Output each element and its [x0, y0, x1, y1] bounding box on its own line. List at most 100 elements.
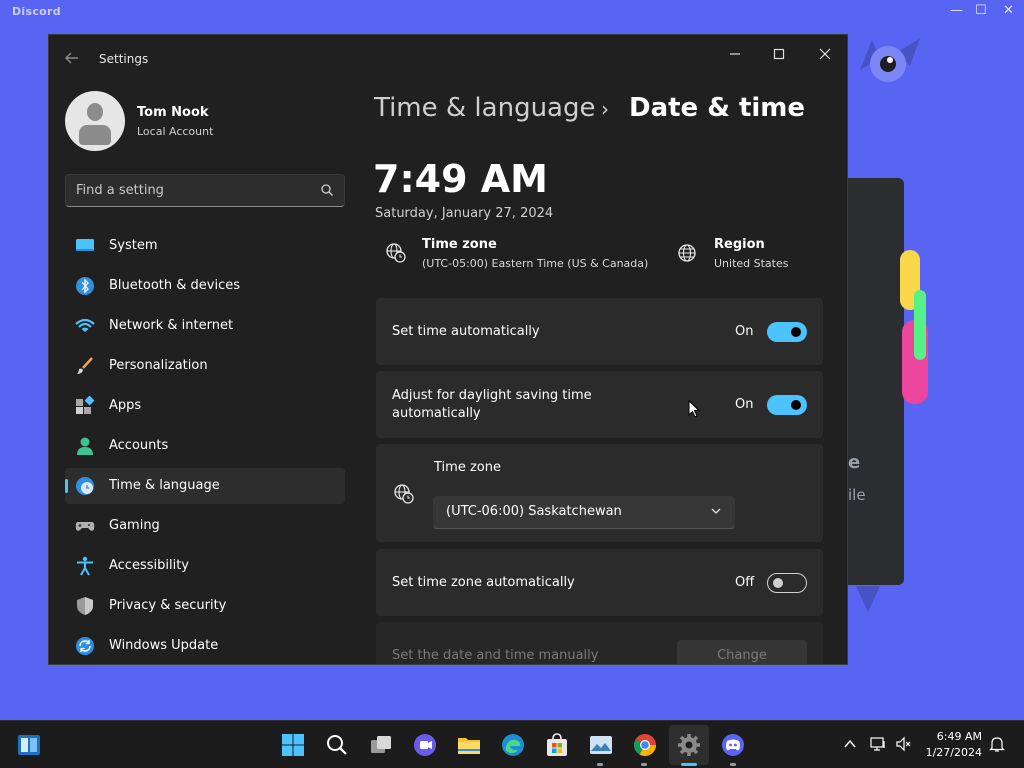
widgets-icon[interactable]	[16, 732, 42, 758]
back-button[interactable]	[63, 49, 83, 69]
running-indicator	[641, 763, 647, 766]
timezone-summary-title: Time zone	[422, 237, 497, 252]
sidebar-item-privacy-security[interactable]: Privacy & security	[65, 588, 345, 624]
brush-icon	[77, 357, 93, 374]
sidebar-item-apps[interactable]: Apps	[65, 388, 345, 424]
mouse-cursor-icon	[688, 400, 700, 418]
daylight-saving-toggle[interactable]	[767, 395, 807, 415]
toggle-state-text: Off	[735, 575, 755, 590]
running-indicator	[597, 763, 603, 766]
discord-panel	[848, 178, 904, 585]
region-summary-value: United States	[714, 257, 789, 270]
sidebar-item-accessibility[interactable]: Accessibility	[65, 548, 345, 584]
avatar[interactable]	[65, 91, 125, 151]
minimize-button[interactable]	[713, 41, 757, 71]
notification-bell-icon[interactable]	[988, 735, 1006, 753]
current-date: Saturday, January 27, 2024	[375, 206, 554, 221]
active-indicator	[65, 479, 68, 493]
timezone-globe-icon	[386, 243, 406, 263]
edge-icon[interactable]	[500, 732, 526, 758]
chrome-icon[interactable]	[632, 732, 658, 758]
toggle-knob	[791, 327, 801, 337]
sidebar-nav: System Bluetooth & devices Network & int…	[65, 228, 345, 664]
toggle-state-text: On	[735, 324, 754, 339]
active-indicator	[681, 763, 697, 766]
settings-gear-icon[interactable]	[676, 732, 702, 758]
toggle-state-text: On	[735, 397, 754, 412]
file-explorer-icon[interactable]	[456, 732, 482, 758]
discord-maximize-button[interactable]: ☐	[975, 3, 987, 18]
wifi-icon	[75, 318, 95, 332]
daylight-saving-label-line1: Adjust for daylight saving time	[392, 388, 592, 403]
app-title: Settings	[99, 52, 149, 66]
teams-chat-icon[interactable]	[412, 732, 438, 758]
taskbar: 6:49 AM 1/27/2024	[0, 720, 1024, 768]
breadcrumb-separator: ›	[601, 97, 609, 121]
accounts-icon	[77, 437, 93, 455]
discord-title: Discord	[12, 5, 61, 18]
sidebar-item-network[interactable]: Network & internet	[65, 308, 345, 344]
current-time: 7:49 AM	[373, 157, 548, 201]
sidebar-item-label: Privacy & security	[109, 598, 227, 613]
shield-icon	[77, 597, 93, 615]
sidebar-item-bluetooth[interactable]: Bluetooth & devices	[65, 268, 345, 304]
timezone-selected-value: (UTC-06:00) Saskatchewan	[446, 504, 622, 519]
set-time-automatically-label: Set time automatically	[392, 324, 540, 339]
accessibility-icon	[77, 556, 93, 576]
daylight-saving-label-line2: automatically	[392, 406, 481, 421]
taskbar-date[interactable]: 1/27/2024	[920, 746, 982, 759]
bluetooth-icon	[76, 277, 94, 295]
microsoft-store-icon[interactable]	[544, 732, 570, 758]
discord-minimize-button[interactable]: —	[950, 3, 963, 18]
profile-name: Tom Nook	[137, 105, 209, 120]
sidebar-item-system[interactable]: System	[65, 228, 345, 264]
timezone-card: Time zone (UTC-06:00) Saskatchewan	[376, 444, 823, 542]
maximize-button[interactable]	[757, 41, 801, 71]
discord-icon[interactable]	[720, 732, 746, 758]
change-button[interactable]: Change	[677, 640, 807, 664]
sidebar-item-time-language[interactable]: Time & language	[65, 468, 345, 504]
set-time-automatically-toggle[interactable]	[767, 322, 807, 342]
start-icon[interactable]	[280, 732, 306, 758]
sidebar-item-gaming[interactable]: Gaming	[65, 508, 345, 544]
toggle-knob	[773, 578, 783, 588]
search-icon[interactable]	[324, 732, 350, 758]
region-summary-title: Region	[714, 237, 765, 252]
gamepad-icon	[75, 522, 95, 531]
chevron-up-icon[interactable]	[842, 736, 858, 752]
set-timezone-automatically-label: Set time zone automatically	[392, 575, 575, 590]
search-icon	[321, 184, 333, 196]
taskbar-time[interactable]: 6:49 AM	[930, 730, 982, 743]
discord-close-button[interactable]: ✕	[1003, 3, 1014, 18]
search-placeholder: Find a setting	[76, 183, 164, 198]
sidebar-item-label: System	[109, 238, 158, 253]
maximize-icon	[773, 48, 785, 60]
breadcrumb-parent[interactable]: Time & language	[374, 93, 595, 123]
sidebar-item-windows-update[interactable]: Windows Update	[65, 628, 345, 664]
close-button[interactable]	[803, 41, 847, 71]
set-timezone-automatically-toggle[interactable]	[767, 573, 807, 593]
sidebar-item-label: Bluetooth & devices	[109, 278, 240, 293]
manual-datetime-card: Set the date and time manually Change	[376, 622, 823, 664]
title-bar: Settings	[49, 35, 847, 81]
timezone-label: Time zone	[434, 460, 501, 475]
sidebar-item-label: Personalization	[109, 358, 208, 373]
toggle-knob	[791, 400, 801, 410]
minimize-icon	[730, 53, 740, 55]
search-input[interactable]: Find a setting	[65, 174, 345, 207]
timezone-globe-icon	[394, 484, 414, 504]
page-title: Date & time	[629, 93, 806, 123]
task-view-icon[interactable]	[368, 732, 394, 758]
avatar-head-shape	[87, 103, 103, 121]
volume-muted-icon[interactable]	[895, 735, 913, 753]
sidebar-item-label: Gaming	[109, 518, 160, 533]
sidebar-item-personalization[interactable]: Personalization	[65, 348, 345, 384]
settings-window: Settings Tom Nook Local Account Find a s…	[48, 34, 848, 665]
set-time-automatically-card: Set time automatically On	[376, 298, 823, 365]
avatar-body-shape	[79, 125, 111, 145]
network-icon[interactable]	[869, 735, 887, 753]
sidebar-item-accounts[interactable]: Accounts	[65, 428, 345, 464]
photos-icon[interactable]	[588, 732, 614, 758]
region-globe-icon	[678, 244, 696, 262]
timezone-dropdown[interactable]: (UTC-06:00) Saskatchewan	[433, 496, 735, 529]
